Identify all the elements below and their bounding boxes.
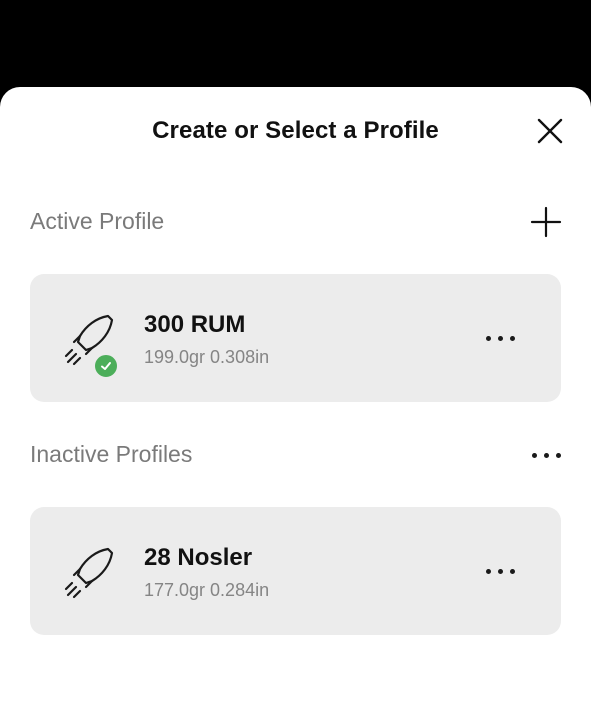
sheet-title: Create or Select a Profile — [152, 117, 439, 144]
inactive-profiles-heading: Inactive Profiles — [30, 441, 193, 467]
close-icon — [537, 118, 563, 144]
active-profile-heading: Active Profile — [30, 208, 165, 234]
checkmark-icon — [93, 353, 119, 379]
profile-name: 300 RUM — [144, 311, 246, 338]
more-horizontal-icon — [485, 568, 515, 574]
profile-detail: 199.0gr 0.308in — [144, 347, 270, 367]
profile-more-button[interactable] — [478, 557, 522, 585]
sheet-header: Create or Select a Profile — [0, 87, 591, 179]
more-horizontal-icon — [485, 335, 515, 341]
profile-detail: 177.0gr 0.284in — [144, 580, 270, 600]
profile-name: 28 Nosler — [144, 544, 253, 571]
rocket-icon — [64, 547, 114, 599]
inactive-profile-card[interactable]: 28 Nosler 177.0gr 0.284in — [30, 507, 561, 635]
plus-icon — [530, 206, 562, 238]
more-horizontal-icon — [531, 452, 561, 458]
profile-more-button[interactable] — [478, 324, 522, 352]
close-button[interactable] — [534, 115, 566, 147]
active-profile-card[interactable]: 300 RUM 199.0gr 0.308in — [30, 274, 561, 402]
profile-sheet: Create or Select a Profile Active Profil… — [0, 87, 591, 716]
add-profile-button[interactable] — [528, 204, 564, 240]
inactive-profiles-more-button[interactable] — [527, 443, 565, 467]
